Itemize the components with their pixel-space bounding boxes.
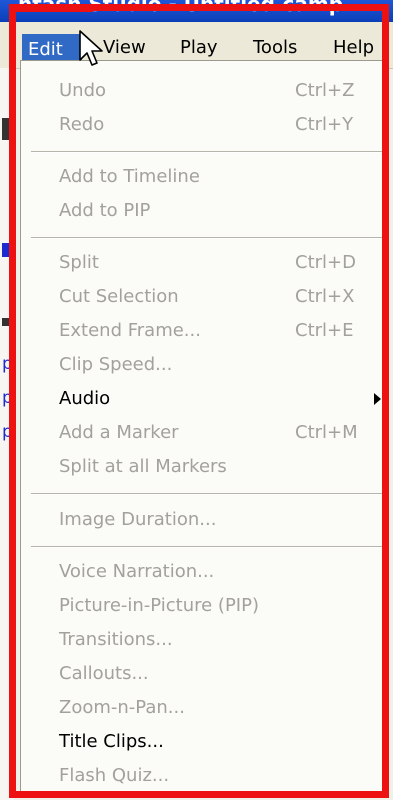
menu-item-label: Undo: [59, 80, 107, 101]
menu-separator: [31, 493, 383, 495]
menu-help[interactable]: Help: [333, 37, 374, 58]
menu-item-split[interactable]: Split Ctrl+D: [59, 248, 363, 278]
menu-item-zoom-n-pan[interactable]: Zoom-n-Pan...: [59, 693, 363, 723]
menu-item-label: Cut Selection: [59, 286, 179, 307]
menu-item-image-duration[interactable]: Image Duration...: [59, 505, 363, 535]
gutter-mark: p: [2, 422, 13, 442]
menu-item-label: Clip Speed...: [59, 354, 173, 375]
gutter-mark: p: [2, 388, 13, 408]
menu-item-callouts[interactable]: Callouts...: [59, 659, 363, 689]
left-gutter: p p p: [0, 68, 14, 800]
shortcut: Ctrl+M: [295, 422, 358, 443]
menu-item-label: Callouts...: [59, 663, 149, 684]
menu-item-redo[interactable]: Redo Ctrl+Y: [59, 110, 363, 140]
menu-item-label: Zoom-n-Pan...: [59, 697, 185, 718]
menu-item-label: Audio: [59, 388, 111, 409]
menu-tools[interactable]: Tools: [253, 37, 297, 58]
mouse-pointer-icon: [79, 30, 103, 66]
menu-item-cut-selection[interactable]: Cut Selection Ctrl+X: [59, 282, 363, 312]
menu-item-undo[interactable]: Undo Ctrl+Z: [59, 76, 363, 106]
shortcut: Ctrl+X: [295, 286, 355, 307]
menu-item-voice-narration[interactable]: Voice Narration...: [59, 557, 363, 587]
menu-item-transitions[interactable]: Transitions...: [59, 625, 363, 655]
menu-item-label: Add to Timeline: [59, 166, 200, 187]
menu-item-label: Add to PIP: [59, 200, 151, 221]
menu-item-extend-frame[interactable]: Extend Frame... Ctrl+E: [59, 316, 363, 346]
menu-item-add-to-timeline[interactable]: Add to Timeline: [59, 162, 363, 192]
menu-item-label: Split: [59, 252, 99, 273]
menu-separator: [31, 546, 383, 548]
menu-item-label: Split at all Markers: [59, 456, 227, 477]
menu-item-label: Redo: [59, 114, 105, 135]
shortcut: Ctrl+Z: [295, 80, 355, 101]
menu-item-flash-quiz[interactable]: Flash Quiz...: [59, 761, 363, 791]
menu-item-label: Image Duration...: [59, 509, 217, 530]
menu-item-add-a-marker[interactable]: Add a Marker Ctrl+M: [59, 418, 363, 448]
shortcut: Ctrl+D: [295, 252, 356, 273]
menu-item-label: Voice Narration...: [59, 561, 215, 582]
gutter-mark: p: [2, 354, 13, 374]
gutter-block: [2, 243, 10, 257]
menu-item-label: Extend Frame...: [59, 320, 201, 341]
edit-dropdown-menu: Undo Ctrl+Z Redo Ctrl+Y Add to Timeline Ad…: [20, 60, 388, 793]
menu-item-label: Title Clips...: [59, 731, 164, 752]
menu-item-label: Add a Marker: [59, 422, 179, 443]
menu-item-clip-speed[interactable]: Clip Speed...: [59, 350, 363, 380]
menu-separator: [31, 237, 383, 239]
highlight-tab: [9, 4, 93, 12]
menu-item-label: Picture-in-Picture (PIP): [59, 595, 259, 616]
menu-item-audio[interactable]: Audio: [59, 384, 381, 414]
menu-item-label: Transitions...: [59, 629, 173, 650]
menu-item-title-clips[interactable]: Title Clips...: [59, 727, 363, 757]
gutter-block: [2, 118, 10, 140]
gutter-block: [2, 318, 10, 326]
menu-item-add-to-pip[interactable]: Add to PIP: [59, 196, 363, 226]
submenu-arrow-icon: [374, 393, 381, 405]
menu-item-picture-in-picture[interactable]: Picture-in-Picture (PIP): [59, 591, 363, 621]
menu-play[interactable]: Play: [180, 37, 218, 58]
shortcut: Ctrl+E: [295, 320, 354, 341]
menu-item-label: Flash Quiz...: [59, 765, 170, 786]
menu-separator: [31, 151, 383, 153]
menu-view[interactable]: View: [103, 37, 146, 58]
menu-item-split-at-all-markers[interactable]: Split at all Markers: [59, 452, 363, 482]
shortcut: Ctrl+Y: [295, 114, 354, 135]
